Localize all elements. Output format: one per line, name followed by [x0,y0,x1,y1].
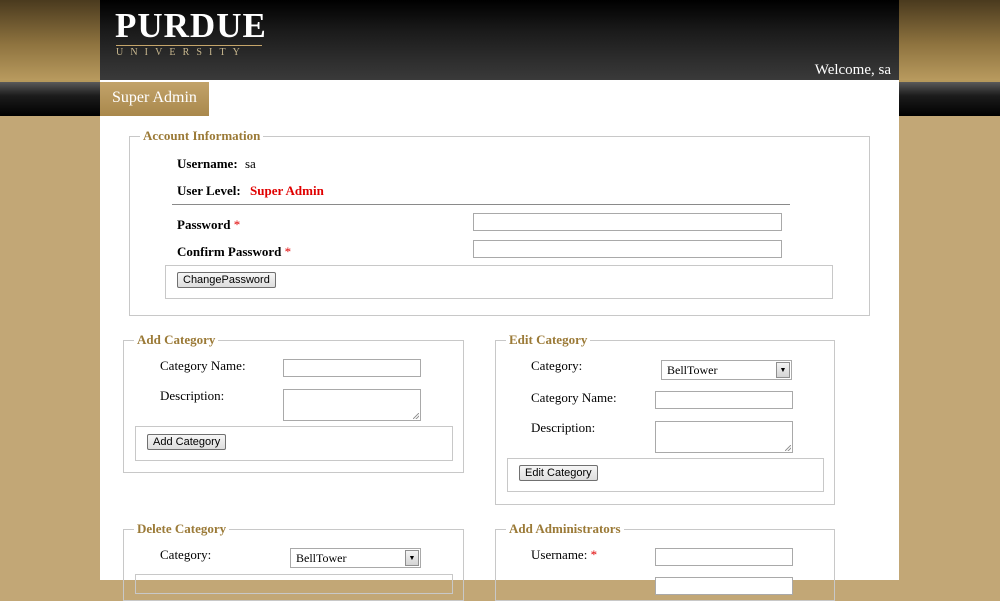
username-value: sa [245,156,256,171]
edit-category-name-label: Category Name: [531,390,617,405]
required-marker: * [284,244,292,259]
admin-username-label-text: Username: [531,547,588,562]
edit-category-select[interactable]: BellTower ▼ [661,360,792,380]
required-marker: * [233,217,241,232]
add-category-name-field[interactable] [283,359,421,377]
welcome-text: Welcome, sa [814,62,891,78]
delete-category-select[interactable]: BellTower ▼ [290,548,421,568]
edit-category-select-label: Category: [531,358,583,373]
edit-category-legend: Edit Category [509,332,588,347]
edit-category-name-field[interactable] [655,391,793,409]
username-label-text: Username: [177,156,238,171]
delete-category-selected-value: BellTower [296,551,347,565]
add-category-legend: Add Category [137,332,216,347]
logo-rule [116,45,262,46]
nav-item-logout[interactable]: Logout [428,82,498,116]
change-password-button[interactable]: ChangePassword [177,272,276,288]
add-administrators-legend: Add Administrators [509,521,621,536]
required-marker: * [590,547,598,562]
user-level-value: Super Admin [250,183,324,198]
delete-category-select-label: Category: [160,547,212,562]
purdue-logo-subtitle: UNIVERSITY [116,47,247,58]
nav-item-gallery[interactable]: Gallery [209,82,281,116]
delete-category-legend: Delete Category [137,521,227,536]
add-category-button[interactable]: Add Category [147,434,227,450]
chevron-down-icon[interactable]: ▼ [405,550,419,566]
admin-username-label: Username: * [531,547,597,563]
edit-category-selected-value: BellTower [667,363,718,377]
password-label: Password * [177,217,240,233]
confirm-password-field[interactable] [473,240,782,258]
confirm-password-label: Confirm Password * [177,244,291,260]
header: PURDUE UNIVERSITY Welcome, sa [100,0,899,80]
admin-username-field[interactable] [655,548,793,566]
edit-category-button[interactable]: Edit Category [519,465,598,481]
account-information-legend: Account Information [143,128,261,143]
add-category-description-label: Description: [160,388,225,403]
user-level-label: User Level: [177,183,241,199]
add-category-name-label: Category Name: [160,358,246,373]
confirm-password-label-text: Confirm Password [177,244,282,259]
delete-category-button-area [135,574,453,594]
purdue-logo[interactable]: PURDUE [115,8,267,44]
chevron-down-icon[interactable]: ▼ [776,362,790,378]
nav-item-readme[interactable]: Readme [352,82,428,116]
nav-item-super-admin[interactable]: Super Admin [100,82,209,116]
user-level-label-text: User Level: [177,183,241,198]
account-divider [172,204,790,205]
edit-category-description-field[interactable] [655,421,793,453]
username-label: Username: [177,156,238,172]
edit-category-description-label: Description: [531,420,596,435]
main-nav: Super Admin Gallery Upload Readme Logout [100,82,899,116]
nav-item-upload[interactable]: Upload [281,82,352,116]
password-label-text: Password [177,217,231,232]
password-field[interactable] [473,213,782,231]
add-category-description-field[interactable] [283,389,421,421]
page-container: PURDUE UNIVERSITY Welcome, sa Super Admi… [100,0,899,601]
